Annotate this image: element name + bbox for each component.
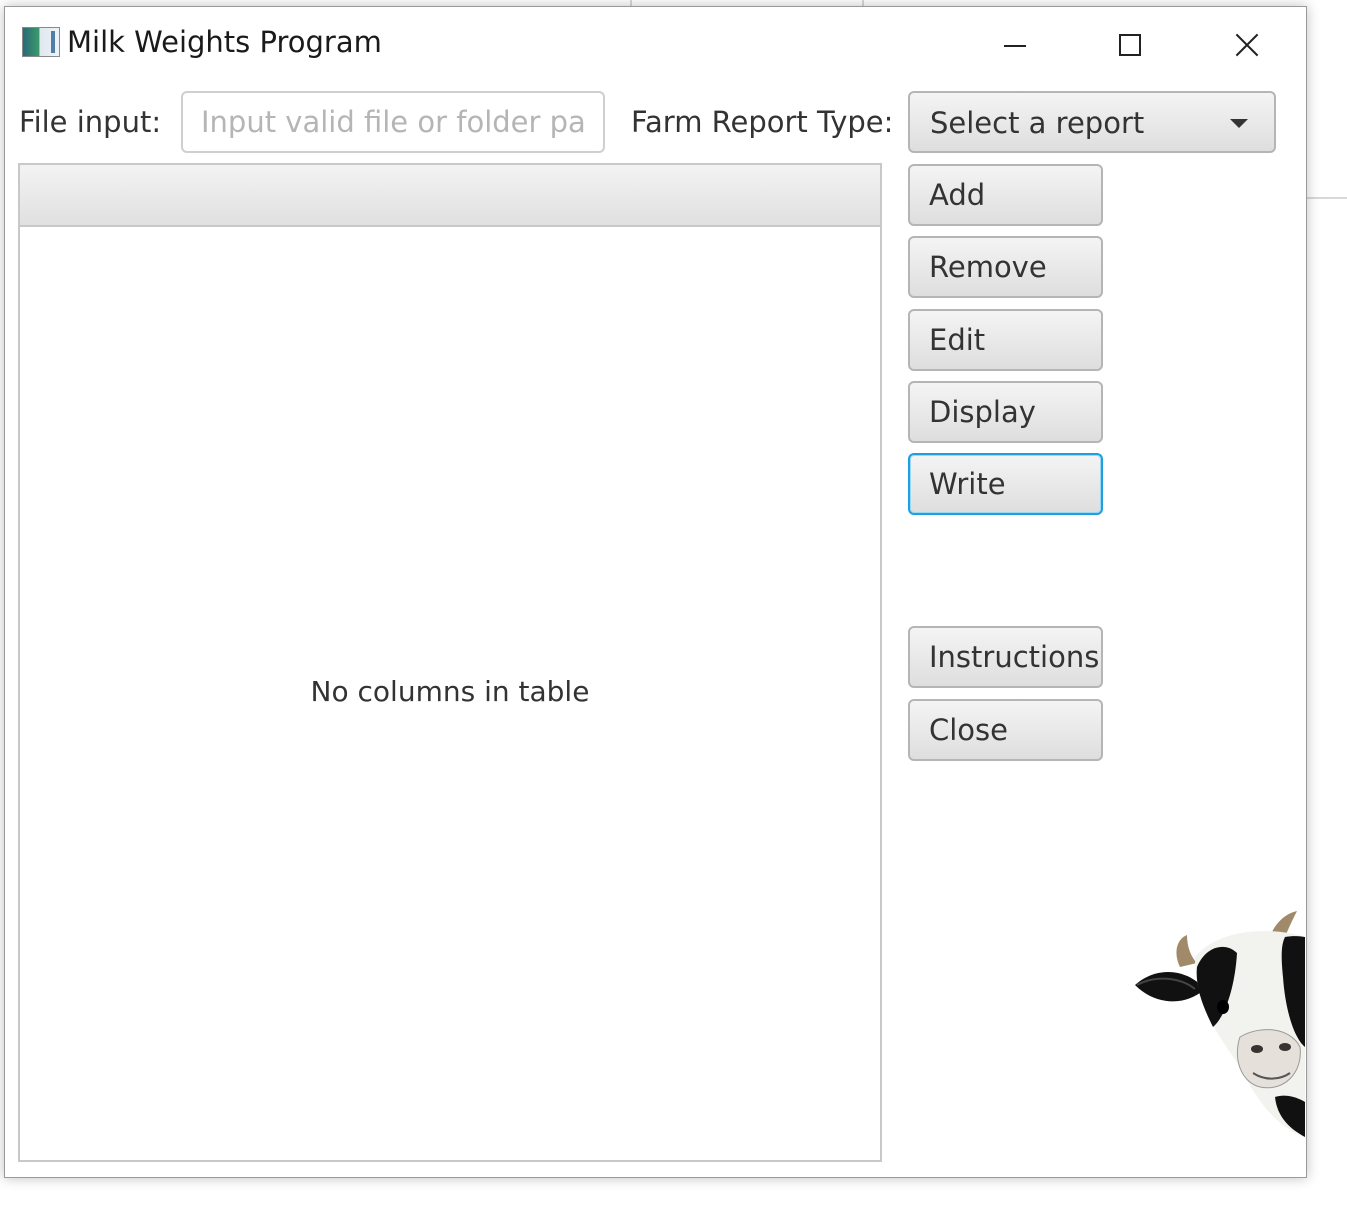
- file-path-input[interactable]: [181, 91, 605, 153]
- chevron-down-icon: [1230, 119, 1248, 128]
- data-table[interactable]: No columns in table: [18, 163, 882, 1162]
- display-button[interactable]: Display: [908, 381, 1103, 443]
- minimize-button[interactable]: [985, 17, 1045, 73]
- window-close-button[interactable]: [1217, 17, 1277, 73]
- instructions-button[interactable]: Instructions: [908, 626, 1103, 688]
- app-icon: [22, 27, 60, 57]
- minimize-icon: [1004, 45, 1026, 47]
- background-divider: [1306, 197, 1347, 199]
- table-placeholder: No columns in table: [310, 675, 590, 708]
- close-icon: [1234, 32, 1260, 58]
- cow-image: [1135, 911, 1305, 1137]
- close-button[interactable]: Close: [908, 699, 1103, 761]
- write-button[interactable]: Write: [908, 453, 1103, 515]
- file-input-label: File input:: [19, 105, 162, 139]
- maximize-button[interactable]: [1100, 17, 1160, 73]
- title-bar[interactable]: Milk Weights Program: [5, 7, 1306, 79]
- add-button[interactable]: Add: [908, 164, 1103, 226]
- report-type-label: Farm Report Type:: [631, 105, 894, 139]
- remove-button[interactable]: Remove: [908, 236, 1103, 298]
- window-title: Milk Weights Program: [67, 25, 382, 59]
- report-type-selected: Select a report: [930, 106, 1145, 140]
- edit-button[interactable]: Edit: [908, 309, 1103, 371]
- maximize-icon: [1119, 34, 1141, 56]
- app-window: Milk Weights Program File input: Farm Re…: [4, 6, 1307, 1178]
- table-header: [20, 165, 880, 227]
- report-type-dropdown[interactable]: Select a report: [908, 91, 1276, 153]
